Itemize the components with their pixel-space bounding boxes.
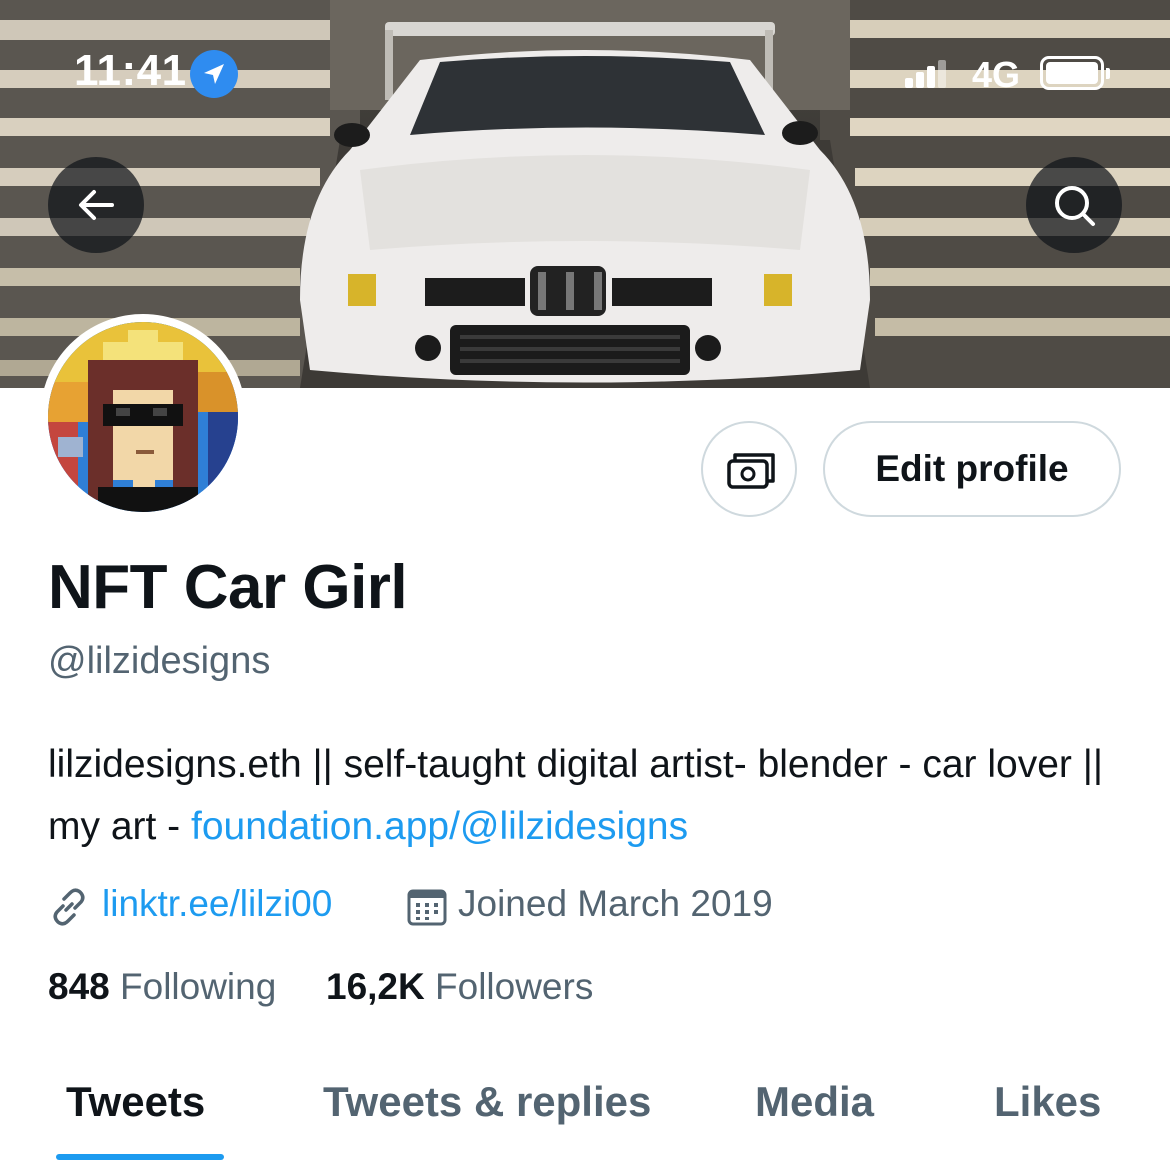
following-count: 848 — [48, 966, 110, 1007]
website-link[interactable]: linktr.ee/lilzi00 — [102, 883, 332, 925]
followers-stat[interactable]: 16,2K Followers — [326, 966, 593, 1008]
followers-label: Followers — [435, 966, 594, 1007]
location-arrow-icon — [190, 50, 238, 98]
following-stat[interactable]: 848 Following — [48, 966, 276, 1008]
network-label: 4G — [972, 54, 1021, 95]
active-tab-indicator — [56, 1154, 224, 1160]
avatar-image — [48, 322, 238, 512]
tab-tweets[interactable]: Tweets — [66, 1078, 205, 1126]
tab-tweets-and-replies[interactable]: Tweets & replies — [323, 1078, 651, 1126]
tab-media[interactable]: Media — [755, 1078, 874, 1126]
display-name: NFT Car Girl — [48, 553, 408, 622]
bio: lilzidesigns.eth || self-taught digital … — [48, 734, 1128, 858]
tip-jar-button[interactable] — [701, 421, 797, 517]
status-time: 11:41 — [74, 46, 187, 95]
joined-date: Joined March 2019 — [458, 883, 773, 924]
search-button[interactable] — [1026, 157, 1122, 253]
money-icon — [727, 453, 775, 489]
following-label: Following — [120, 966, 277, 1007]
search-icon — [1055, 186, 1095, 226]
back-arrow-icon — [79, 190, 114, 220]
calendar-icon — [407, 889, 447, 926]
signal-bars-icon — [905, 60, 946, 88]
handle: @lilzidesigns — [48, 640, 271, 682]
tab-likes[interactable]: Likes — [994, 1078, 1101, 1126]
avatar[interactable] — [40, 314, 246, 520]
edit-profile-button[interactable]: Edit profile — [823, 421, 1121, 517]
followers-count: 16,2K — [326, 966, 425, 1007]
battery-icon — [1040, 56, 1110, 90]
profile-tabs: Tweets Tweets & replies Media Likes — [0, 1060, 1170, 1160]
back-button[interactable] — [48, 157, 144, 253]
bio-link[interactable]: foundation.app/@lilzidesigns — [191, 805, 688, 848]
link-icon — [53, 888, 85, 926]
